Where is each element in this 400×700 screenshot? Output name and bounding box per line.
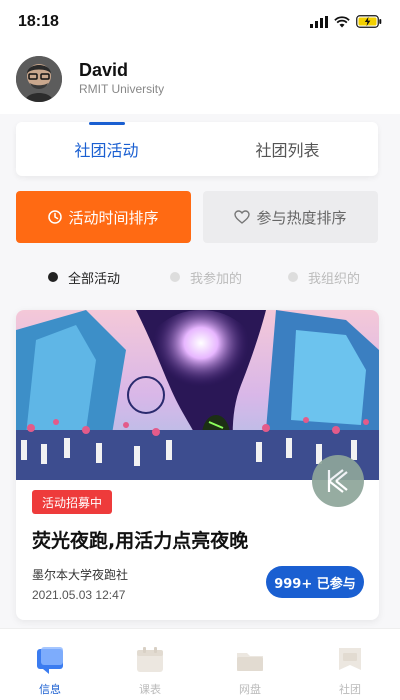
signal-icon xyxy=(310,15,328,28)
nav-item-messages[interactable]: 信息 xyxy=(0,629,100,700)
club-flag-icon xyxy=(339,648,361,670)
radio-dot xyxy=(288,272,298,282)
nav-label: 网盘 xyxy=(239,683,261,696)
filter-all-activities[interactable]: 全部活动 xyxy=(48,268,120,287)
sort-by-time-label: 活动时间排序 xyxy=(68,208,159,227)
app-screen: 18:18 David RMIT University 社团活动 社团列表 活动… xyxy=(0,0,400,700)
avatar[interactable] xyxy=(16,56,62,102)
filter-label: 我组织的 xyxy=(308,271,361,287)
nav-label: 社团 xyxy=(339,683,361,696)
user-name: David xyxy=(79,60,129,80)
sort-options: 活动时间排序 参与热度排序 xyxy=(16,191,378,243)
sort-by-time-button[interactable]: 活动时间排序 xyxy=(16,191,191,243)
wifi-icon xyxy=(334,15,350,27)
sort-by-popularity-label: 参与热度排序 xyxy=(256,208,347,227)
tab-label: 社团列表 xyxy=(255,141,320,160)
sort-by-popularity-button[interactable]: 参与热度排序 xyxy=(203,191,378,243)
filter-joined[interactable]: 我参加的 xyxy=(170,268,242,287)
message-icon xyxy=(37,647,63,674)
heart-icon xyxy=(234,210,251,224)
event-datetime: 2021.05.03 12:47 xyxy=(32,588,126,602)
clock-icon xyxy=(48,210,63,224)
joined-count-button[interactable]: 999+ 已参与 xyxy=(266,566,364,598)
bottom-navigation: 信息 课表 网盘 社团 xyxy=(0,628,400,700)
event-organizer: 墨尔本大学夜跑社 xyxy=(32,568,129,582)
calendar-icon xyxy=(137,647,163,672)
club-logo-mark xyxy=(327,469,348,493)
event-title: 荧光夜跑,用活力点亮夜晚 xyxy=(32,530,249,552)
user-organization: RMIT University xyxy=(79,82,165,96)
club-logo-icon[interactable] xyxy=(312,455,364,507)
tab-label: 社团活动 xyxy=(74,141,139,160)
tab-bar: 社团活动 社团列表 xyxy=(16,122,378,176)
nav-label: 课表 xyxy=(139,683,161,696)
activity-filter: 全部活动 我参加的 我组织的 xyxy=(16,262,378,292)
status-bar: 18:18 xyxy=(0,0,400,44)
filter-label: 全部活动 xyxy=(68,271,121,287)
status-time: 18:18 xyxy=(18,13,59,30)
event-status-badge: 活动招募中 xyxy=(32,490,113,514)
filter-label: 我参加的 xyxy=(190,271,243,287)
folder-icon xyxy=(237,653,263,671)
filter-organized[interactable]: 我组织的 xyxy=(288,268,360,287)
avatar-image xyxy=(16,56,62,102)
nav-item-cloud-drive[interactable]: 网盘 xyxy=(200,629,300,700)
status-icons xyxy=(310,15,382,28)
nav-label: 信息 xyxy=(39,683,61,696)
event-cover-image xyxy=(16,310,379,480)
profile-header: David RMIT University xyxy=(0,44,400,114)
battery-charging-icon xyxy=(356,15,382,28)
radio-dot xyxy=(170,272,180,282)
nav-item-clubs[interactable]: 社团 xyxy=(300,629,400,700)
radio-dot-selected xyxy=(48,272,58,282)
tab-club-list[interactable]: 社团列表 xyxy=(197,122,378,176)
nav-item-schedule[interactable]: 课表 xyxy=(100,629,200,700)
tab-active-indicator xyxy=(88,122,125,125)
tab-club-activities[interactable]: 社团活动 xyxy=(16,122,197,176)
